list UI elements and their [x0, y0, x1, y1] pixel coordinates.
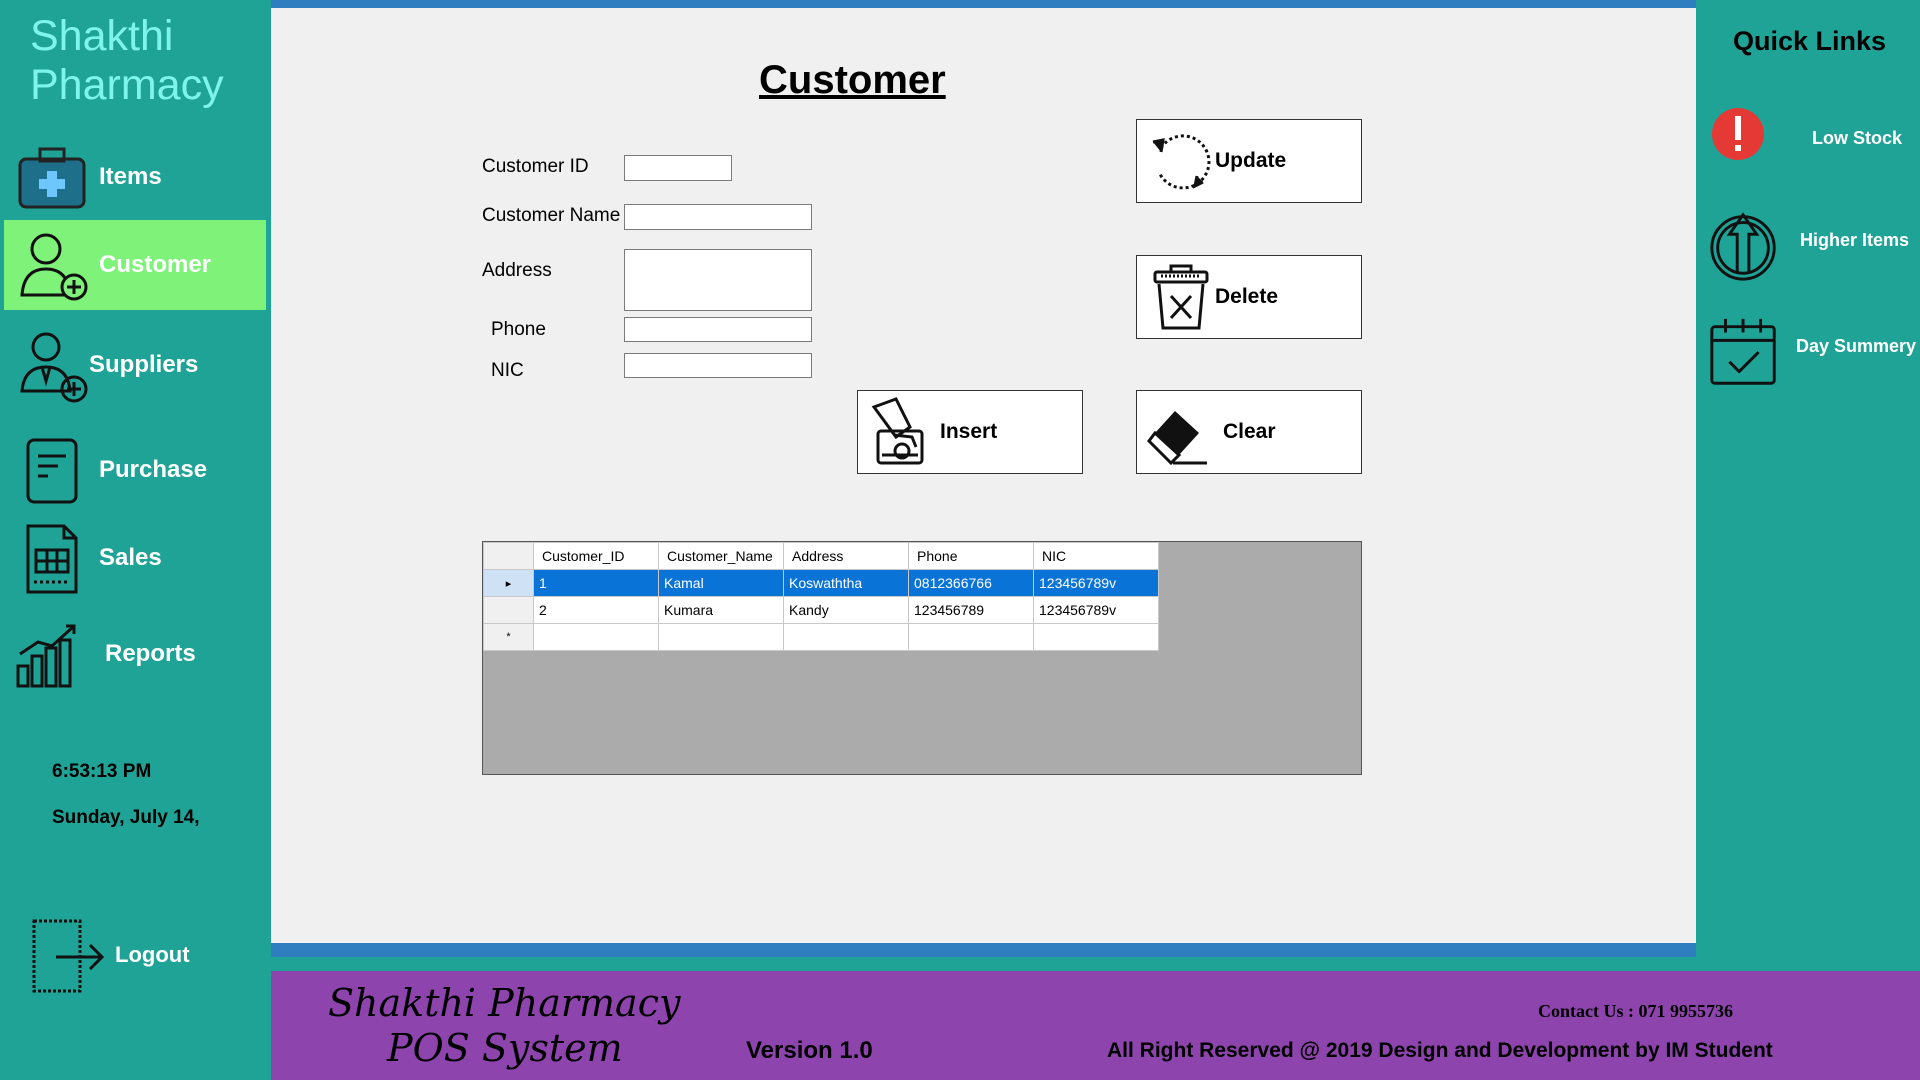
table-cell[interactable]: 1 [533, 569, 659, 597]
nic-field[interactable] [624, 353, 812, 378]
row-selector-marker[interactable]: ▸ [483, 569, 534, 597]
customer-add-icon [12, 225, 92, 305]
quick-links-panel: Quick Links Low Stock Higher Items Day S… [1696, 0, 1920, 957]
table-header-row: Customer_ID Customer_Name Address Phone … [483, 542, 1159, 570]
brand-line-2: Pharmacy [30, 61, 224, 109]
eraser-icon [1147, 411, 1207, 466]
table-cell[interactable]: Koswaththa [783, 569, 909, 597]
delete-button[interactable]: Delete [1136, 255, 1362, 339]
logout-button[interactable]: Logout [4, 910, 266, 1000]
supplier-add-icon [12, 325, 92, 405]
quick-link-label: Higher Items [1800, 230, 1910, 250]
sidebar-item-purchase[interactable]: Purchase [4, 425, 266, 515]
sidebar-item-label: Purchase [99, 456, 208, 483]
refresh-icon [1152, 134, 1211, 190]
footer: Shakthi Pharmacy POS System Version 1.0 … [271, 971, 1920, 1080]
address-label: Address [482, 260, 552, 281]
arrow-up-circle-icon [1706, 205, 1784, 283]
clear-label: Clear [1223, 420, 1276, 443]
sidebar-item-reports[interactable]: Reports [4, 609, 266, 699]
purchase-document-icon [12, 430, 92, 510]
row-header-corner [483, 542, 534, 570]
table-cell[interactable]: 123456789v [1033, 569, 1159, 597]
footer-brand-line-1: Shakthi Pharmacy [328, 981, 681, 1025]
delete-label: Delete [1215, 285, 1279, 308]
sidebar-item-customer[interactable]: Customer [4, 220, 266, 310]
sidebar-item-label: Reports [105, 640, 196, 667]
customer-table[interactable]: Customer_ID Customer_Name Address Phone … [482, 541, 1362, 775]
row-header[interactable] [483, 596, 534, 624]
clock-date: Sunday, July 14, [52, 807, 200, 828]
table-cell[interactable]: 0812366766 [908, 569, 1034, 597]
quick-link-label: Day Summery [1796, 336, 1917, 356]
sidebar-item-label: Suppliers [89, 351, 199, 378]
table-cell[interactable]: Kandy [783, 596, 909, 624]
logout-label: Logout [115, 942, 190, 967]
quick-link-higher-items[interactable]: Higher Items [1696, 200, 1920, 290]
trash-icon [1153, 264, 1209, 330]
table-cell[interactable]: 123456789 [908, 596, 1034, 624]
page-title: Customer [759, 58, 946, 102]
quick-links-title: Quick Links [1733, 26, 1887, 56]
table-cell[interactable] [908, 623, 1034, 651]
quick-link-day-summery[interactable]: Day Summery [1696, 310, 1920, 400]
app-brand: Shakthi Pharmacy [30, 12, 224, 110]
insert-card-icon [871, 397, 924, 465]
column-header-address[interactable]: Address [783, 542, 909, 570]
quick-link-low-stock[interactable]: Low Stock [1696, 100, 1920, 190]
footer-brand-line-2: POS System [387, 1026, 623, 1070]
sidebar-item-items[interactable]: Items [4, 132, 266, 222]
column-header-customer-id[interactable]: Customer_ID [533, 542, 659, 570]
customer-name-field[interactable] [624, 204, 812, 230]
table-cell[interactable]: Kumara [658, 596, 784, 624]
quick-link-label: Low Stock [1812, 128, 1903, 148]
bar-chart-icon [12, 614, 92, 694]
sidebar-item-suppliers[interactable]: Suppliers [4, 320, 266, 410]
table-cell[interactable]: 123456789v [1033, 596, 1159, 624]
customer-name-label: Customer Name [482, 205, 621, 226]
sales-receipt-icon [12, 518, 92, 598]
copyright-text: All Right Reserved @ 2019 Design and Dev… [1107, 1039, 1773, 1062]
customer-form-panel: Customer Customer ID Customer Name Addre… [271, 0, 1696, 957]
table-row[interactable]: 2 Kumara Kandy 123456789 123456789v [483, 596, 1159, 624]
nic-label: NIC [491, 360, 524, 381]
table-cell[interactable] [533, 623, 659, 651]
table-cell[interactable] [658, 623, 784, 651]
sidebar: Shakthi Pharmacy Items Customer Supplier… [0, 0, 271, 1080]
sidebar-item-sales[interactable]: Sales [4, 513, 266, 603]
sidebar-item-label: Customer [99, 251, 212, 278]
column-header-customer-name[interactable]: Customer_Name [658, 542, 784, 570]
clock-time: 6:53:13 PM [52, 761, 152, 782]
new-row[interactable]: * [483, 623, 1159, 651]
insert-label: Insert [940, 420, 998, 443]
contact-info: Contact Us : 071 9955736 [1538, 1001, 1733, 1021]
customer-id-field[interactable] [624, 155, 732, 181]
medical-kit-icon [12, 137, 92, 217]
update-button[interactable]: Update [1136, 119, 1362, 203]
version-label: Version 1.0 [746, 1037, 873, 1064]
phone-field[interactable] [624, 317, 812, 342]
new-row-marker[interactable]: * [483, 623, 534, 651]
brand-line-1: Shakthi [30, 12, 174, 60]
table-cell[interactable] [783, 623, 909, 651]
table-cell[interactable]: 2 [533, 596, 659, 624]
update-label: Update [1215, 149, 1287, 172]
phone-label: Phone [491, 319, 546, 340]
table-cell[interactable] [1033, 623, 1159, 651]
column-header-nic[interactable]: NIC [1033, 542, 1159, 570]
alert-icon [1708, 104, 1768, 164]
calendar-check-icon [1706, 315, 1784, 393]
table-cell[interactable]: Kamal [658, 569, 784, 597]
clear-button[interactable]: Clear [1136, 390, 1362, 474]
customer-id-label: Customer ID [482, 156, 589, 177]
column-header-phone[interactable]: Phone [908, 542, 1034, 570]
table-row[interactable]: ▸ 1 Kamal Koswaththa 0812366766 12345678… [483, 569, 1159, 597]
insert-button[interactable]: Insert [857, 390, 1083, 474]
sidebar-item-label: Items [99, 163, 162, 190]
sidebar-item-label: Sales [99, 544, 162, 571]
logout-icon [26, 915, 106, 995]
address-field[interactable] [624, 249, 812, 311]
